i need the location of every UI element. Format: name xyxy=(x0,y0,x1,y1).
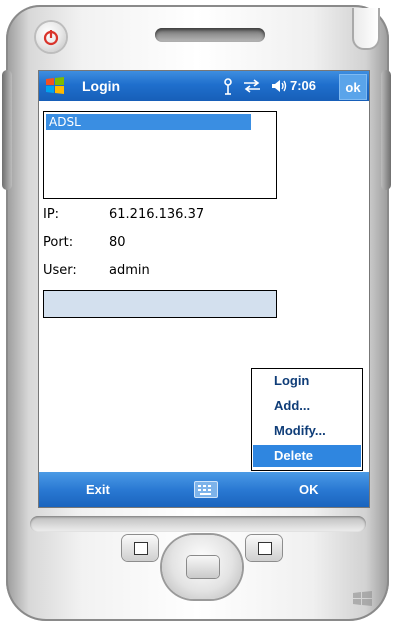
menu-item-delete[interactable]: Delete xyxy=(253,445,361,467)
menu-item-modify[interactable]: Modify... xyxy=(253,420,361,442)
side-grip-left xyxy=(2,70,12,190)
calendar-icon xyxy=(134,542,148,555)
right-hardware-button[interactable] xyxy=(246,535,282,561)
contacts-icon xyxy=(258,542,272,555)
side-grip-right xyxy=(381,70,391,190)
port-label: Port: xyxy=(43,235,74,250)
clock[interactable]: 7:06 xyxy=(290,78,316,93)
user-value: admin xyxy=(109,263,150,278)
lower-bezel xyxy=(30,516,366,532)
windows-logo-icon xyxy=(353,591,372,606)
ip-value: 61.216.136.37 xyxy=(109,207,205,222)
menu-item-login[interactable]: Login xyxy=(253,370,361,392)
status-icons xyxy=(222,77,288,95)
ok-button[interactable]: ok xyxy=(339,74,367,100)
sync-arrows-icon[interactable] xyxy=(242,78,262,94)
antenna-icon[interactable] xyxy=(222,77,234,95)
stylus-slot xyxy=(352,8,380,50)
windows-start-icon[interactable] xyxy=(44,75,66,97)
menu-item-add[interactable]: Add... xyxy=(253,395,361,417)
window-title: Login xyxy=(82,78,121,94)
power-icon xyxy=(43,30,59,46)
speaker-icon[interactable] xyxy=(270,78,288,94)
power-button[interactable] xyxy=(36,22,66,52)
dpad-center-button[interactable] xyxy=(187,556,219,578)
context-menu: Login Add... Modify... Delete xyxy=(251,368,363,471)
ip-label: IP: xyxy=(43,207,60,222)
password-field[interactable] xyxy=(43,290,277,318)
left-hardware-button[interactable] xyxy=(122,535,158,561)
ok-softkey[interactable]: OK xyxy=(299,482,319,497)
list-item[interactable]: ADSL xyxy=(46,114,251,130)
user-label: User: xyxy=(43,263,77,278)
exit-softkey[interactable]: Exit xyxy=(86,482,110,497)
screen: Login 7:06 ok ADSL IP: 61.216.136.37 Por… xyxy=(38,70,370,508)
earpiece-speaker xyxy=(155,28,265,42)
server-list[interactable]: ADSL xyxy=(43,111,277,199)
title-bar: Login 7:06 ok xyxy=(39,71,369,101)
keyboard-icon[interactable] xyxy=(194,481,218,498)
port-value: 80 xyxy=(109,235,126,250)
softkey-bar: Exit OK xyxy=(39,472,369,507)
